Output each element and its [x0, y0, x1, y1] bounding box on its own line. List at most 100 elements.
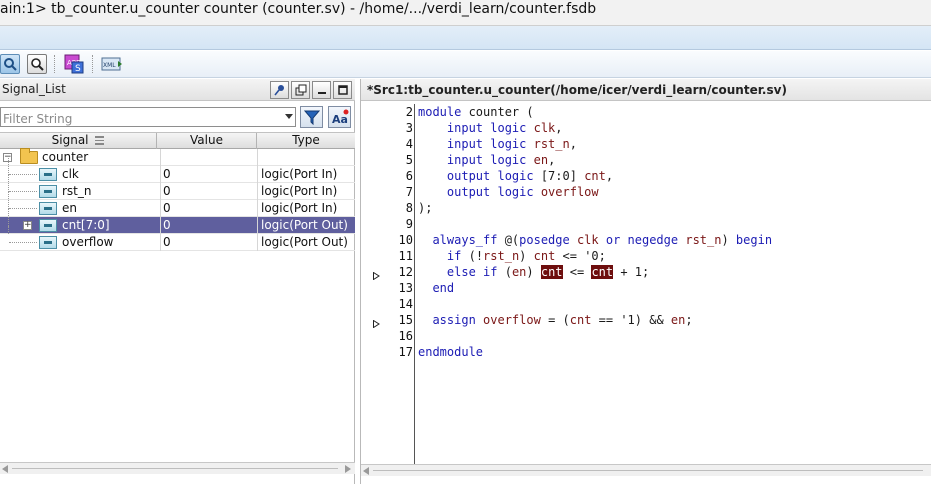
find-icon[interactable]: [27, 54, 47, 74]
code-text: end: [418, 280, 454, 296]
match-case-icon[interactable]: Aa: [328, 106, 351, 128]
signal-row[interactable]: en 0 logic(Port In): [0, 192, 355, 217]
code-token: ): [526, 265, 541, 279]
signal-row[interactable]: clk 0 logic(Port In): [0, 158, 355, 183]
port-in-icon: [39, 202, 57, 215]
code-text: assign overflow = (cnt == '1) && en;: [418, 312, 693, 328]
toolbar: APPS XML: [0, 51, 931, 78]
scroll-right-icon[interactable]: [345, 465, 351, 473]
line-number: 3: [405, 121, 413, 135]
code-token[interactable]: en: [671, 313, 685, 327]
code-token: output logic: [446, 185, 541, 199]
xml-icon[interactable]: XML: [101, 54, 123, 74]
code-token[interactable]: clk: [534, 121, 556, 135]
column-type[interactable]: Type: [257, 133, 355, 149]
code-token: = (: [548, 313, 570, 327]
tree-row-root[interactable]: − counter: [0, 148, 355, 166]
signal-list-hscrollbar[interactable]: [0, 462, 355, 474]
signal-row-selected[interactable]: + cnt[7:0] 0 logic(Port Out): [0, 209, 355, 234]
signal-name-cell: + cnt[7:0]: [0, 209, 158, 234]
code-token: + 1;: [613, 265, 650, 279]
tree-line: [9, 208, 37, 209]
minimize-icon[interactable]: [312, 81, 331, 99]
folder-icon: [20, 148, 38, 164]
filter-icon[interactable]: [300, 106, 323, 128]
code-token: module: [418, 105, 469, 119]
column-value[interactable]: Value: [157, 133, 257, 149]
driver-marker-icon[interactable]: [373, 316, 380, 329]
line-number: 8: [405, 201, 413, 215]
signal-row[interactable]: rst_n 0 logic(Port In): [0, 175, 355, 200]
toolbar-separator: [54, 55, 56, 73]
maximize-icon[interactable]: [333, 81, 352, 99]
column-signal[interactable]: Signal: [0, 133, 157, 149]
zoom-search-icon[interactable]: [0, 54, 20, 74]
window-title: ain:1> tb_counter.u_counter counter (cou…: [0, 1, 597, 17]
signal-table-header: Signal Value Type: [0, 132, 355, 149]
code-token: [7:0]: [540, 169, 585, 183]
driver-marker-icon[interactable]: [373, 268, 380, 281]
tree-line: [8, 209, 9, 226]
code-token: (!: [468, 249, 484, 263]
signal-name-cell: overflow: [0, 226, 158, 251]
code-token: begin: [735, 233, 773, 247]
signal-value: 0: [160, 200, 256, 217]
highlighted-token[interactable]: cnt: [591, 265, 614, 279]
scroll-track[interactable]: [12, 468, 338, 469]
title-bar: ain:1> tb_counter.u_counter counter (cou…: [0, 0, 931, 26]
code-token[interactable]: en: [534, 153, 548, 167]
code-text: output logic overflow: [418, 184, 599, 200]
source-tab-title[interactable]: *Src1:tb_counter.u_counter(/home/icer/ve…: [367, 83, 787, 97]
filter-combobox[interactable]: [0, 107, 296, 128]
pin-icon[interactable]: [270, 81, 289, 99]
app-s-icon[interactable]: APPS: [64, 54, 84, 74]
signal-row[interactable]: overflow 0 logic(Port Out): [0, 226, 355, 251]
code-token[interactable]: cnt: [584, 169, 606, 183]
signal-name: overflow: [62, 235, 114, 249]
signal-type: logic(Port Out): [257, 234, 355, 251]
column-signal-label: Signal: [51, 133, 89, 147]
code-token: ;: [685, 313, 693, 327]
line-number: 7: [405, 185, 413, 199]
line-number: 13: [398, 281, 413, 295]
svg-text:Aa: Aa: [332, 113, 348, 125]
code-token[interactable]: clk: [577, 233, 606, 247]
signal-value: 0: [160, 183, 256, 200]
undock-icon[interactable]: [291, 81, 310, 99]
signal-name: cnt[7:0]: [62, 218, 110, 232]
code-text: input logic en,: [418, 152, 555, 168]
expand-icon[interactable]: +: [23, 221, 32, 230]
column-menu-icon[interactable]: [95, 136, 105, 145]
code-token[interactable]: overflow: [483, 313, 548, 327]
chevron-down-icon[interactable]: [285, 114, 293, 119]
code-token: counter (: [468, 105, 534, 119]
code-text: output logic [7:0] cnt,: [418, 168, 613, 184]
source-hscrollbar[interactable]: [361, 464, 931, 476]
code-token[interactable]: rst_n: [685, 233, 721, 247]
code-token[interactable]: en: [512, 265, 526, 279]
code-token[interactable]: rst_n: [483, 249, 519, 263]
code-token[interactable]: cnt: [570, 313, 599, 327]
line-number: 17: [398, 345, 413, 359]
signal-value: 0: [160, 234, 256, 251]
highlighted-token[interactable]: cnt: [540, 265, 563, 279]
code-text: );: [418, 200, 432, 216]
code-token: else if: [446, 265, 505, 279]
code-token[interactable]: overflow: [541, 185, 599, 199]
source-code-view[interactable]: 2 module counter (3 input logic clk, 4 inp…: [361, 104, 931, 464]
code-token[interactable]: rst_n: [534, 137, 570, 151]
code-token[interactable]: cnt: [534, 249, 563, 263]
filter-input[interactable]: [1, 110, 279, 128]
scroll-left-icon[interactable]: [2, 465, 8, 473]
code-token: endmodule: [418, 345, 484, 359]
tree-line: [8, 192, 9, 209]
scroll-track[interactable]: [373, 470, 923, 471]
svg-text:S: S: [75, 64, 81, 74]
root-value-cell: [160, 149, 256, 166]
scroll-left-icon[interactable]: [363, 467, 369, 475]
